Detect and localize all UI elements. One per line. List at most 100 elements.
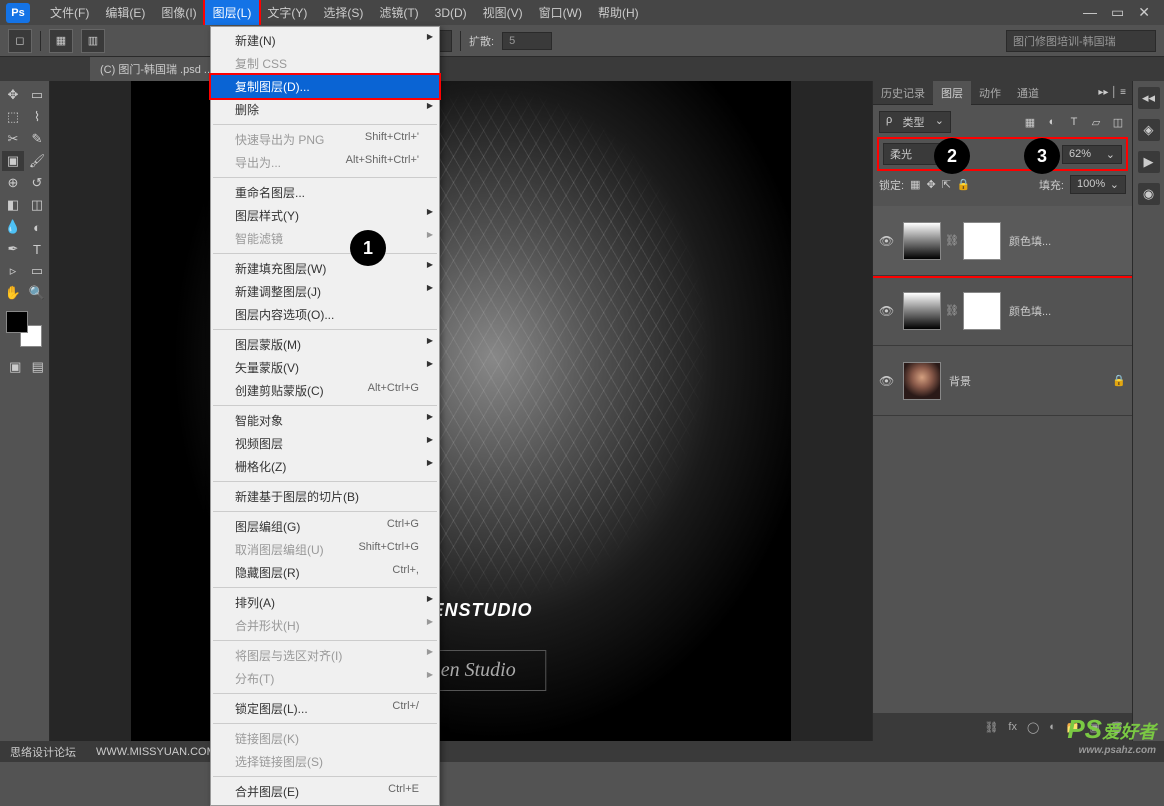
menu-item-[interactable]: 智能对象: [211, 409, 439, 432]
menu-item-[interactable]: 视频图层: [211, 432, 439, 455]
option-icon-1[interactable]: ▦: [49, 29, 73, 53]
menu-item-R[interactable]: 隐藏图层(R)Ctrl+,: [211, 561, 439, 584]
filter-type-icon[interactable]: T: [1066, 114, 1082, 130]
menu-item-J[interactable]: 新建调整图层(J): [211, 280, 439, 303]
doc-tab[interactable]: (C) 图门-韩国瑞 .psd ...: [90, 57, 223, 81]
menu-layer[interactable]: 图层(L): [205, 0, 260, 25]
adjustment-icon[interactable]: ◐: [1049, 721, 1056, 733]
color-icon[interactable]: ◉: [1138, 183, 1160, 205]
menu-item-W[interactable]: 新建填充图层(W): [211, 257, 439, 280]
menu-item-D[interactable]: 复制图层(D)...: [211, 75, 439, 98]
menu-3d[interactable]: 3D(D): [427, 2, 475, 24]
path-tool[interactable]: ▹: [2, 261, 24, 281]
layer-thumb[interactable]: [903, 362, 941, 400]
mask-icon[interactable]: ◯: [1027, 721, 1039, 734]
diffuse-value[interactable]: 5: [502, 32, 552, 50]
menu-item-G[interactable]: 图层编组(G)Ctrl+G: [211, 515, 439, 538]
menu-window[interactable]: 窗口(W): [531, 0, 590, 25]
menu-view[interactable]: 视图(V): [475, 0, 531, 25]
menu-item-A[interactable]: 排列(A): [211, 591, 439, 614]
layer-filter-kind[interactable]: ρ 类型 ⌄: [879, 111, 951, 133]
panel-menu-icon[interactable]: ▸▸ │ ≡: [1092, 87, 1132, 98]
color-swatches[interactable]: [6, 311, 42, 347]
lock-artboard-icon[interactable]: ⇱: [942, 178, 951, 191]
menu-item-Z[interactable]: 栅格化(Z): [211, 455, 439, 478]
menu-item-L[interactable]: 锁定图层(L)...Ctrl+/: [211, 697, 439, 720]
filter-shape-icon[interactable]: ▱: [1088, 114, 1104, 130]
artboard-tool[interactable]: ▭: [26, 85, 48, 105]
marquee-tool[interactable]: ⬚: [2, 107, 24, 127]
layer-thumb[interactable]: [903, 222, 941, 260]
shape-tool[interactable]: ▭: [26, 261, 48, 281]
tool-preset-icon[interactable]: ◻: [8, 29, 32, 53]
tab-history[interactable]: 历史记录: [873, 81, 933, 105]
tab-layers[interactable]: 图层: [933, 81, 971, 105]
visibility-toggle[interactable]: 👁: [879, 234, 895, 248]
menu-filter[interactable]: 滤镜(T): [371, 0, 426, 25]
filter-pixel-icon[interactable]: ▦: [1022, 114, 1038, 130]
filter-smart-icon[interactable]: ◫: [1110, 114, 1126, 130]
filter-adjust-icon[interactable]: ◐: [1044, 114, 1060, 130]
visibility-toggle[interactable]: 👁: [879, 304, 895, 318]
layer-item-bg[interactable]: 👁 背景 🔒: [873, 346, 1132, 416]
menu-item-M[interactable]: 图层蒙版(M): [211, 333, 439, 356]
zoom-tool[interactable]: 🔍: [26, 283, 48, 303]
eyedropper-tool[interactable]: ✎: [26, 129, 48, 149]
layer-name[interactable]: 颜色填...: [1009, 233, 1126, 249]
layer-item-1[interactable]: 👁 ⛓ 颜色填...: [873, 206, 1132, 276]
fx-icon[interactable]: fx: [1008, 721, 1017, 733]
lock-pixels-icon[interactable]: ▦: [910, 178, 920, 191]
menu-item-C[interactable]: 创建剪贴蒙版(C)Alt+Ctrl+G: [211, 379, 439, 402]
move-tool[interactable]: ✥: [2, 85, 24, 105]
history-brush-tool[interactable]: ↺: [26, 173, 48, 193]
stamp-tool[interactable]: ⊕: [2, 173, 24, 193]
quickmask-icon[interactable]: ▣: [6, 357, 25, 377]
eraser-tool[interactable]: ◧: [2, 195, 24, 215]
type-tool[interactable]: T: [26, 239, 48, 259]
lock-all-icon[interactable]: 🔒: [957, 178, 971, 191]
layer-name[interactable]: 颜色填...: [1009, 303, 1126, 319]
window-minimize[interactable]: —: [1083, 4, 1097, 21]
option-icon-2[interactable]: ▥: [81, 29, 105, 53]
brush-tool[interactable]: 🖌: [26, 151, 48, 171]
menu-image[interactable]: 图像(I): [153, 0, 204, 25]
layer-item-2[interactable]: 👁 ⛓ 颜色填...: [873, 276, 1132, 346]
menu-item-V[interactable]: 矢量蒙版(V): [211, 356, 439, 379]
visibility-toggle[interactable]: 👁: [879, 374, 895, 388]
menu-item-B[interactable]: 新建基于图层的切片(B): [211, 485, 439, 508]
menu-item-O[interactable]: 图层内容选项(O)...: [211, 303, 439, 326]
menu-edit[interactable]: 编辑(E): [97, 0, 153, 25]
pen-tool[interactable]: ✒: [2, 239, 24, 259]
tab-channels[interactable]: 通道: [1009, 81, 1047, 105]
mask-thumb[interactable]: [963, 222, 1001, 260]
blur-tool[interactable]: 💧: [2, 217, 24, 237]
menu-file[interactable]: 文件(F): [42, 0, 97, 25]
layers-icon[interactable]: ◈: [1138, 119, 1160, 141]
patch-tool[interactable]: ▣: [2, 151, 24, 171]
play-icon[interactable]: ▶: [1138, 151, 1160, 173]
menu-item-N[interactable]: 新建(N): [211, 29, 439, 52]
fill-input[interactable]: 100%⌄: [1070, 175, 1126, 194]
lasso-tool[interactable]: ⌇: [26, 107, 48, 127]
window-restore[interactable]: ▭: [1111, 4, 1124, 21]
link-layers-icon[interactable]: ⛓: [984, 721, 998, 734]
layer-thumb[interactable]: [903, 292, 941, 330]
menu-help[interactable]: 帮助(H): [590, 0, 647, 25]
menu-select[interactable]: 选择(S): [315, 0, 371, 25]
menu-item-E[interactable]: 合并图层(E)Ctrl+E: [211, 780, 439, 803]
fg-color-swatch[interactable]: [6, 311, 28, 333]
hand-tool[interactable]: ✋: [2, 283, 24, 303]
opacity-input[interactable]: 62%⌄: [1062, 145, 1122, 164]
menu-item-[interactable]: 重命名图层...: [211, 181, 439, 204]
layer-name[interactable]: 背景: [949, 373, 1104, 389]
screenmode-icon[interactable]: ▤: [29, 357, 48, 377]
dodge-tool[interactable]: ◐: [26, 217, 48, 237]
tab-actions[interactable]: 动作: [971, 81, 1009, 105]
crop-tool[interactable]: ✂: [2, 129, 24, 149]
window-close[interactable]: ✕: [1138, 4, 1150, 21]
menu-item-[interactable]: 删除: [211, 98, 439, 121]
workspace-dropdown[interactable]: 图门修图培训-韩国瑞: [1006, 30, 1156, 52]
link-icon[interactable]: ⛓: [945, 304, 959, 317]
menu-item-Y[interactable]: 图层样式(Y): [211, 204, 439, 227]
link-icon[interactable]: ⛓: [945, 234, 959, 247]
